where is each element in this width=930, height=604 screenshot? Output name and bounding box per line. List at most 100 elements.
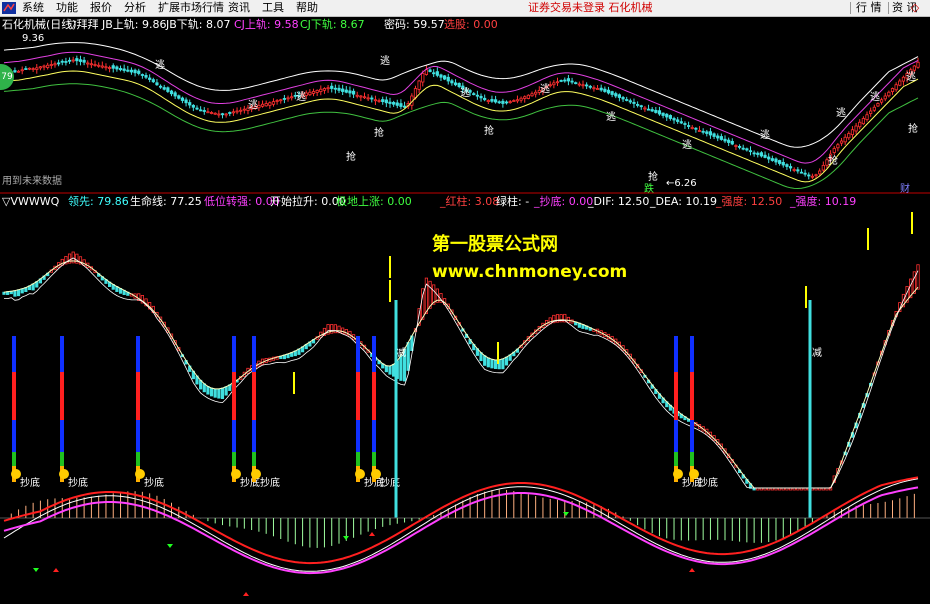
candle-body [843, 136, 847, 143]
chart-area[interactable]: 9.36←6.26逃逃逃逃逃 逃逃逃逃逃逃逃抢抢 抢抢抢抢跌 抄底 抄底 抄底 抄底 抄底抄… [0, 0, 930, 604]
candle-body [472, 93, 476, 96]
signal-col-green [252, 452, 256, 466]
lead-bar [220, 387, 225, 400]
up-arrow-icon [689, 568, 695, 572]
candle-body [639, 105, 643, 108]
candle-body [534, 91, 538, 95]
candle-body [424, 69, 429, 75]
up-arrow-icon [243, 592, 249, 596]
signal-col-blue2 [12, 420, 16, 452]
candle-body [413, 88, 418, 99]
candle-body [803, 172, 807, 175]
candle-body [898, 80, 902, 86]
candle-body [104, 66, 108, 69]
candle-body [625, 99, 629, 101]
future-data-note: 用到未来数据 [2, 176, 62, 187]
signal-col-blue [372, 336, 376, 372]
candle-body [220, 113, 225, 116]
signal-col-red [252, 372, 256, 420]
candle-body [443, 75, 447, 80]
candle-body [31, 68, 35, 71]
watermark-title: 第一股票公式网 [432, 234, 558, 255]
candle-body [89, 63, 93, 66]
candle-body [13, 70, 17, 73]
up-arrow-icon [369, 532, 375, 536]
escape-signal: 逃 [155, 58, 165, 71]
candle-body [650, 109, 654, 112]
candle-body [206, 111, 210, 114]
candle-body [439, 74, 443, 78]
lead-bar [483, 355, 487, 366]
candle-body [515, 99, 520, 102]
candle-body [719, 136, 723, 140]
bottom-signal: 抄底 [698, 476, 718, 489]
lifeline-line [3, 260, 919, 489]
candle-body [381, 99, 385, 103]
lead-bar [504, 356, 509, 366]
candle-body [621, 97, 625, 100]
candle-body [763, 154, 767, 158]
grab-signal: 抢 [908, 122, 918, 135]
lead-line [3, 257, 919, 489]
candle-body [166, 87, 170, 92]
kline-panel[interactable]: 9.36←6.26逃逃逃逃逃 逃逃逃逃逃逃逃抢抢 抢抢抢抢跌 [2, 33, 920, 195]
candle-body [257, 104, 261, 109]
candle-body [78, 59, 83, 62]
lead-bar [428, 280, 432, 309]
candle-body [195, 107, 199, 110]
candle-body [446, 76, 450, 82]
signal-col-red [60, 372, 64, 420]
candle-body [359, 95, 363, 98]
candle-body [64, 61, 68, 63]
signal-col-blue2 [252, 420, 256, 452]
candle-body [628, 100, 632, 103]
candle-body [690, 127, 694, 129]
candle-body [53, 63, 57, 66]
lead-bar [486, 357, 490, 368]
lead-bar [384, 365, 388, 373]
candle-body [785, 164, 789, 167]
signal-col-red [12, 372, 16, 420]
candle-body [767, 156, 771, 160]
candle-body [890, 88, 895, 92]
candle-body [683, 123, 687, 125]
candle-body [421, 73, 425, 83]
candle-body [377, 100, 381, 102]
signal-col-blue [252, 336, 256, 372]
candle-body [592, 87, 596, 90]
candle-body [118, 68, 123, 71]
grab-signal: 抢 [648, 170, 658, 183]
candle-body [723, 138, 727, 142]
candle-body [657, 110, 662, 115]
candle-body [563, 79, 567, 82]
signal-col-green [356, 452, 360, 466]
candle-body [453, 82, 458, 86]
escape-signal: 逃 [836, 106, 846, 119]
signal-col-blue [12, 336, 16, 372]
candle-body [668, 115, 672, 119]
candle-body [242, 108, 246, 111]
escape-signal: 逃 [540, 82, 550, 95]
candle-body [362, 96, 367, 99]
candle-body [792, 169, 796, 171]
candle-body [483, 97, 487, 101]
lead-bar [493, 359, 498, 369]
bottom-signal: 抄底 [144, 476, 164, 489]
candle-body [705, 131, 709, 134]
finance-marker[interactable]: 财 [900, 180, 910, 195]
candle-body [286, 97, 290, 100]
candle-body [235, 110, 239, 113]
candle-body [865, 114, 869, 121]
lead-bar [213, 388, 217, 398]
candle-body [876, 103, 880, 107]
candle-body [370, 97, 374, 100]
signal-col-blue2 [136, 420, 140, 452]
candle-body [599, 87, 603, 91]
signal-col-green [674, 452, 678, 466]
candle-body [737, 145, 742, 148]
escape-signal: 逃 [760, 128, 770, 141]
candle-body [319, 88, 323, 92]
escape-signal: 逃 [296, 90, 306, 103]
signal-col-blue2 [372, 420, 376, 452]
candle-body [832, 148, 836, 153]
